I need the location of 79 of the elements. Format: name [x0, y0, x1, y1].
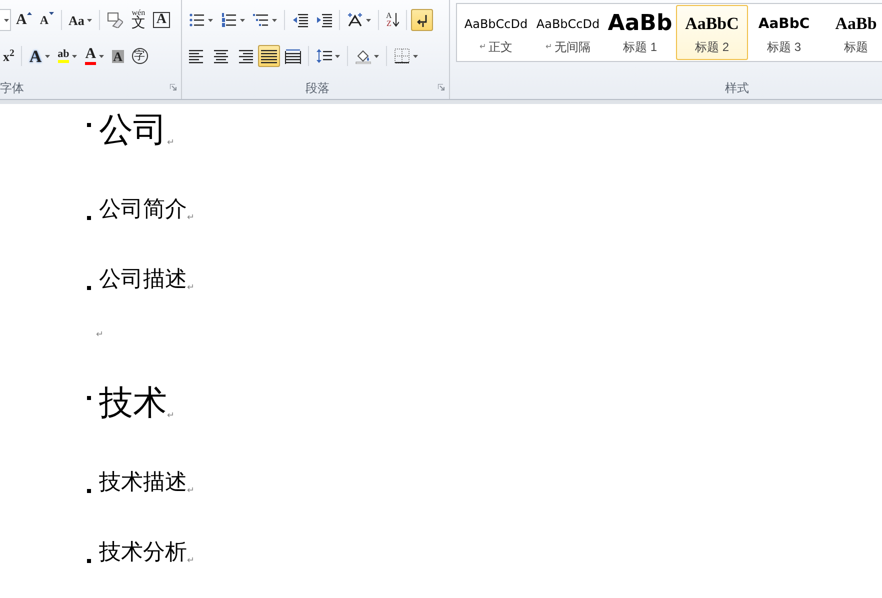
style-item[interactable]: AaBb 标题 1	[604, 5, 676, 60]
down-triangle-icon	[48, 12, 54, 15]
style-name: 标题	[844, 38, 868, 56]
paragraph-mark: ↵	[187, 556, 195, 565]
character-text: 文	[131, 17, 146, 31]
letter-text: Z	[386, 20, 392, 28]
subheading-text: 公司描述	[99, 266, 187, 294]
style-name: 标题 2	[694, 38, 729, 56]
style-item[interactable]: AaBbCcDd ↵ 无间隔	[532, 5, 604, 60]
style-item[interactable]: AaBbC 标题 2	[676, 5, 748, 60]
distribute-icon	[285, 48, 301, 64]
heading-text: 技术	[99, 383, 167, 423]
eraser-icon	[107, 12, 124, 28]
launcher-icon[interactable]	[170, 84, 177, 91]
justify-icon	[261, 48, 277, 64]
up-triangle-icon	[26, 12, 32, 15]
size-edge-button[interactable]	[0, 9, 11, 31]
shrink-font-button[interactable]: A	[36, 9, 57, 31]
mark-text: ↵	[480, 40, 486, 52]
heading-text: 公司	[99, 110, 167, 150]
grow-font-button[interactable]: A	[13, 9, 35, 31]
paragraph-mark: ↵	[167, 411, 175, 420]
phonetic-button[interactable]: wén 文	[128, 9, 148, 31]
style-name: 无间隔	[554, 38, 590, 56]
align-right-icon	[237, 48, 253, 64]
bullet-icon	[87, 489, 91, 493]
paragraph-mark: ↵	[167, 138, 175, 147]
bullet-icon	[87, 286, 91, 290]
style-item[interactable]: AaBbCcDd ↵ 正文	[460, 5, 532, 60]
style-preview: AaBbC	[758, 14, 810, 34]
group-label: 样式	[725, 80, 749, 97]
group-label: 段落	[306, 80, 330, 97]
style-name: 标题 3	[766, 38, 801, 56]
paragraph-mark: ↵	[187, 486, 195, 495]
mark-text: ↵	[546, 40, 552, 52]
text-effect-button[interactable]: A	[26, 45, 53, 67]
sort-button[interactable]: A Z	[383, 9, 402, 31]
paragraph-mark: ↵	[96, 330, 104, 341]
style-item[interactable]: AaBbC 标题 3	[748, 5, 820, 60]
style-preview: AaBbCcDd	[536, 16, 600, 32]
subheading-text: 公司简介	[99, 196, 187, 224]
style-preview: AaBb	[835, 13, 877, 35]
bullet-icon	[87, 123, 91, 127]
layout-icon	[347, 12, 363, 28]
show-marks-button[interactable]	[410, 9, 433, 31]
multilevel-list-icon	[253, 12, 269, 28]
superscript-button[interactable]: x$^{2}$	[0, 45, 18, 67]
style-item[interactable]: AaBb 标题	[820, 5, 882, 60]
style-name: 标题 1	[622, 38, 657, 56]
font-color-button[interactable]: A	[82, 45, 108, 67]
paragraph-mark: ↵	[187, 213, 195, 222]
letter-text: A	[386, 12, 392, 20]
numbered-list-icon	[221, 12, 237, 28]
paragraph-mark: ↵	[187, 283, 195, 292]
align-center-icon	[213, 48, 229, 64]
subheading-text: 技术分析	[99, 539, 187, 567]
style-name: 正文	[488, 38, 512, 56]
down-arrow-icon	[392, 13, 399, 27]
highlight-button[interactable]: ab	[54, 45, 80, 67]
bullet-icon	[87, 216, 91, 220]
bullet-icon	[87, 396, 91, 400]
bullets-icon	[189, 12, 205, 28]
style-preview: AaBbCcDd	[464, 16, 528, 32]
style-preview: AaBb	[608, 10, 672, 38]
style-preview: AaBbC	[685, 13, 739, 35]
change-case-button[interactable]: Aa	[66, 9, 96, 31]
justify-button[interactable]	[258, 45, 280, 67]
phonetic-text: wén	[132, 9, 146, 17]
group-label: 字体	[0, 80, 24, 97]
bullet-icon	[87, 559, 91, 563]
line-spacing-icon	[316, 48, 332, 64]
increase-indent-icon	[316, 12, 332, 28]
align-left-icon	[189, 48, 205, 64]
decrease-indent-icon	[292, 12, 308, 28]
borders-icon	[394, 48, 410, 64]
paint-bucket-icon	[355, 48, 371, 64]
char-shading-button[interactable]: A	[109, 45, 127, 67]
launcher-icon[interactable]	[438, 84, 445, 91]
subheading-text: 技术描述	[99, 469, 187, 497]
